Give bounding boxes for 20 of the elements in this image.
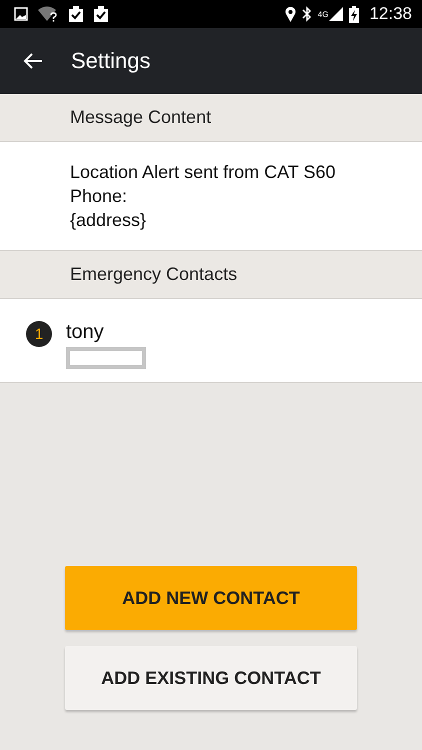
add-existing-contact-button[interactable]: ADD EXISTING CONTACT: [65, 646, 357, 710]
message-text[interactable]: Location Alert sent from CAT S60 Phone: {address}: [0, 142, 422, 251]
image-icon: [14, 7, 28, 21]
contact-name: tony: [66, 321, 105, 343]
signal-icon: [329, 7, 344, 21]
network-label: 4G: [318, 10, 328, 19]
back-arrow-icon[interactable]: [23, 52, 43, 70]
clipboard-check-icon: [93, 6, 109, 22]
section-title: Message Content: [70, 107, 212, 128]
section-title: Emergency Contacts: [70, 264, 238, 285]
location-icon: [284, 6, 296, 22]
clock: 12:38: [369, 4, 412, 24]
contact-number-badge: 1: [26, 321, 52, 347]
clipboard-check-icon: [68, 6, 84, 22]
bluetooth-icon: [302, 6, 312, 22]
contact-row[interactable]: 1 tony: [0, 299, 422, 383]
wifi-icon: [37, 6, 59, 22]
battery-icon: [349, 6, 360, 22]
screen-title: Settings: [71, 48, 150, 74]
add-new-contact-button[interactable]: ADD NEW CONTACT: [65, 566, 357, 630]
